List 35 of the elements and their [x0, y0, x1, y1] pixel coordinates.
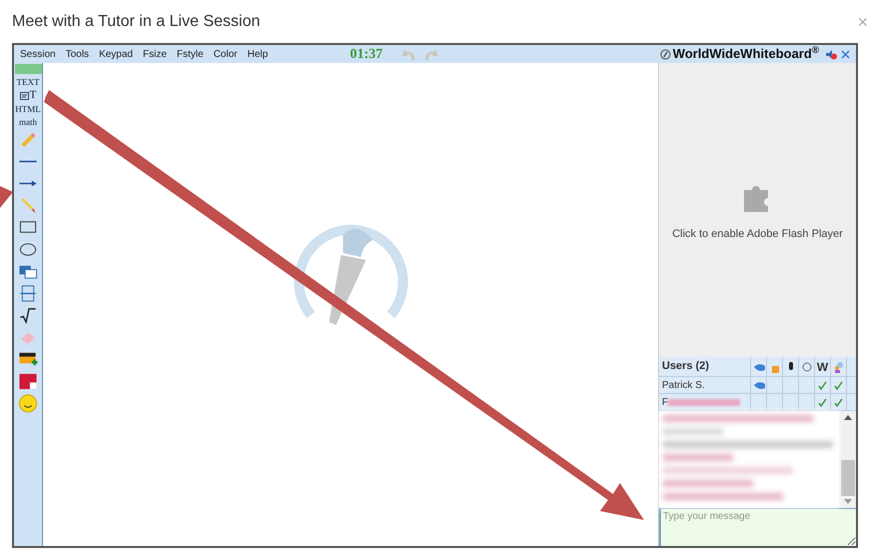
menu-item[interactable]: Help — [247, 46, 268, 62]
smiley-tool-icon[interactable] — [18, 394, 38, 413]
dialog-title: Meet with a Tutor in a Live Session — [12, 12, 260, 32]
menu-item[interactable]: Session — [20, 46, 56, 62]
close-whiteboard-button[interactable] — [841, 50, 850, 58]
whiteboard-logo-icon — [660, 48, 671, 60]
menu-item[interactable]: Tools — [66, 46, 89, 62]
menu-item[interactable]: Color — [213, 46, 238, 62]
tool-swatch[interactable] — [14, 64, 42, 74]
color-tool-icon[interactable] — [18, 372, 38, 391]
message-field[interactable]: Type your message — [659, 508, 856, 546]
session-timer: 01:37 — [350, 46, 383, 64]
menu-item[interactable]: Fsize — [142, 46, 167, 62]
user-name: F — [662, 396, 668, 410]
text-tool[interactable]: math — [19, 117, 37, 127]
text-tool[interactable]: TEXT — [16, 77, 40, 87]
text-tool[interactable]: HTML — [15, 104, 41, 114]
flash-placeholder[interactable]: Click to enable Adobe Flash Player — [659, 63, 856, 357]
scroll-down-icon[interactable] — [844, 499, 852, 504]
text-box-icon — [20, 91, 30, 101]
brand-name: WorldWideWhiteboard$^{®}$ — [672, 44, 819, 64]
user-name: Patrick S. — [662, 378, 705, 392]
mute-icon[interactable] — [825, 48, 837, 60]
text-box-tool[interactable]: T — [20, 90, 36, 101]
scrollbar[interactable] — [839, 411, 856, 508]
flash-message: Click to enable Adobe Flash Player — [672, 226, 843, 242]
pointer-icon — [752, 379, 764, 391]
column-heading: W — [814, 357, 830, 376]
menu-item[interactable]: Keypad — [98, 46, 133, 62]
split-tool-icon[interactable] — [18, 284, 38, 303]
annotation-arrow — [0, 186, 13, 208]
scroll-up-icon[interactable] — [844, 415, 852, 420]
menu-item[interactable]: Fstyle — [176, 46, 204, 62]
users-heading: Users (2) — [661, 359, 710, 374]
root-tool-icon[interactable] — [18, 306, 38, 325]
